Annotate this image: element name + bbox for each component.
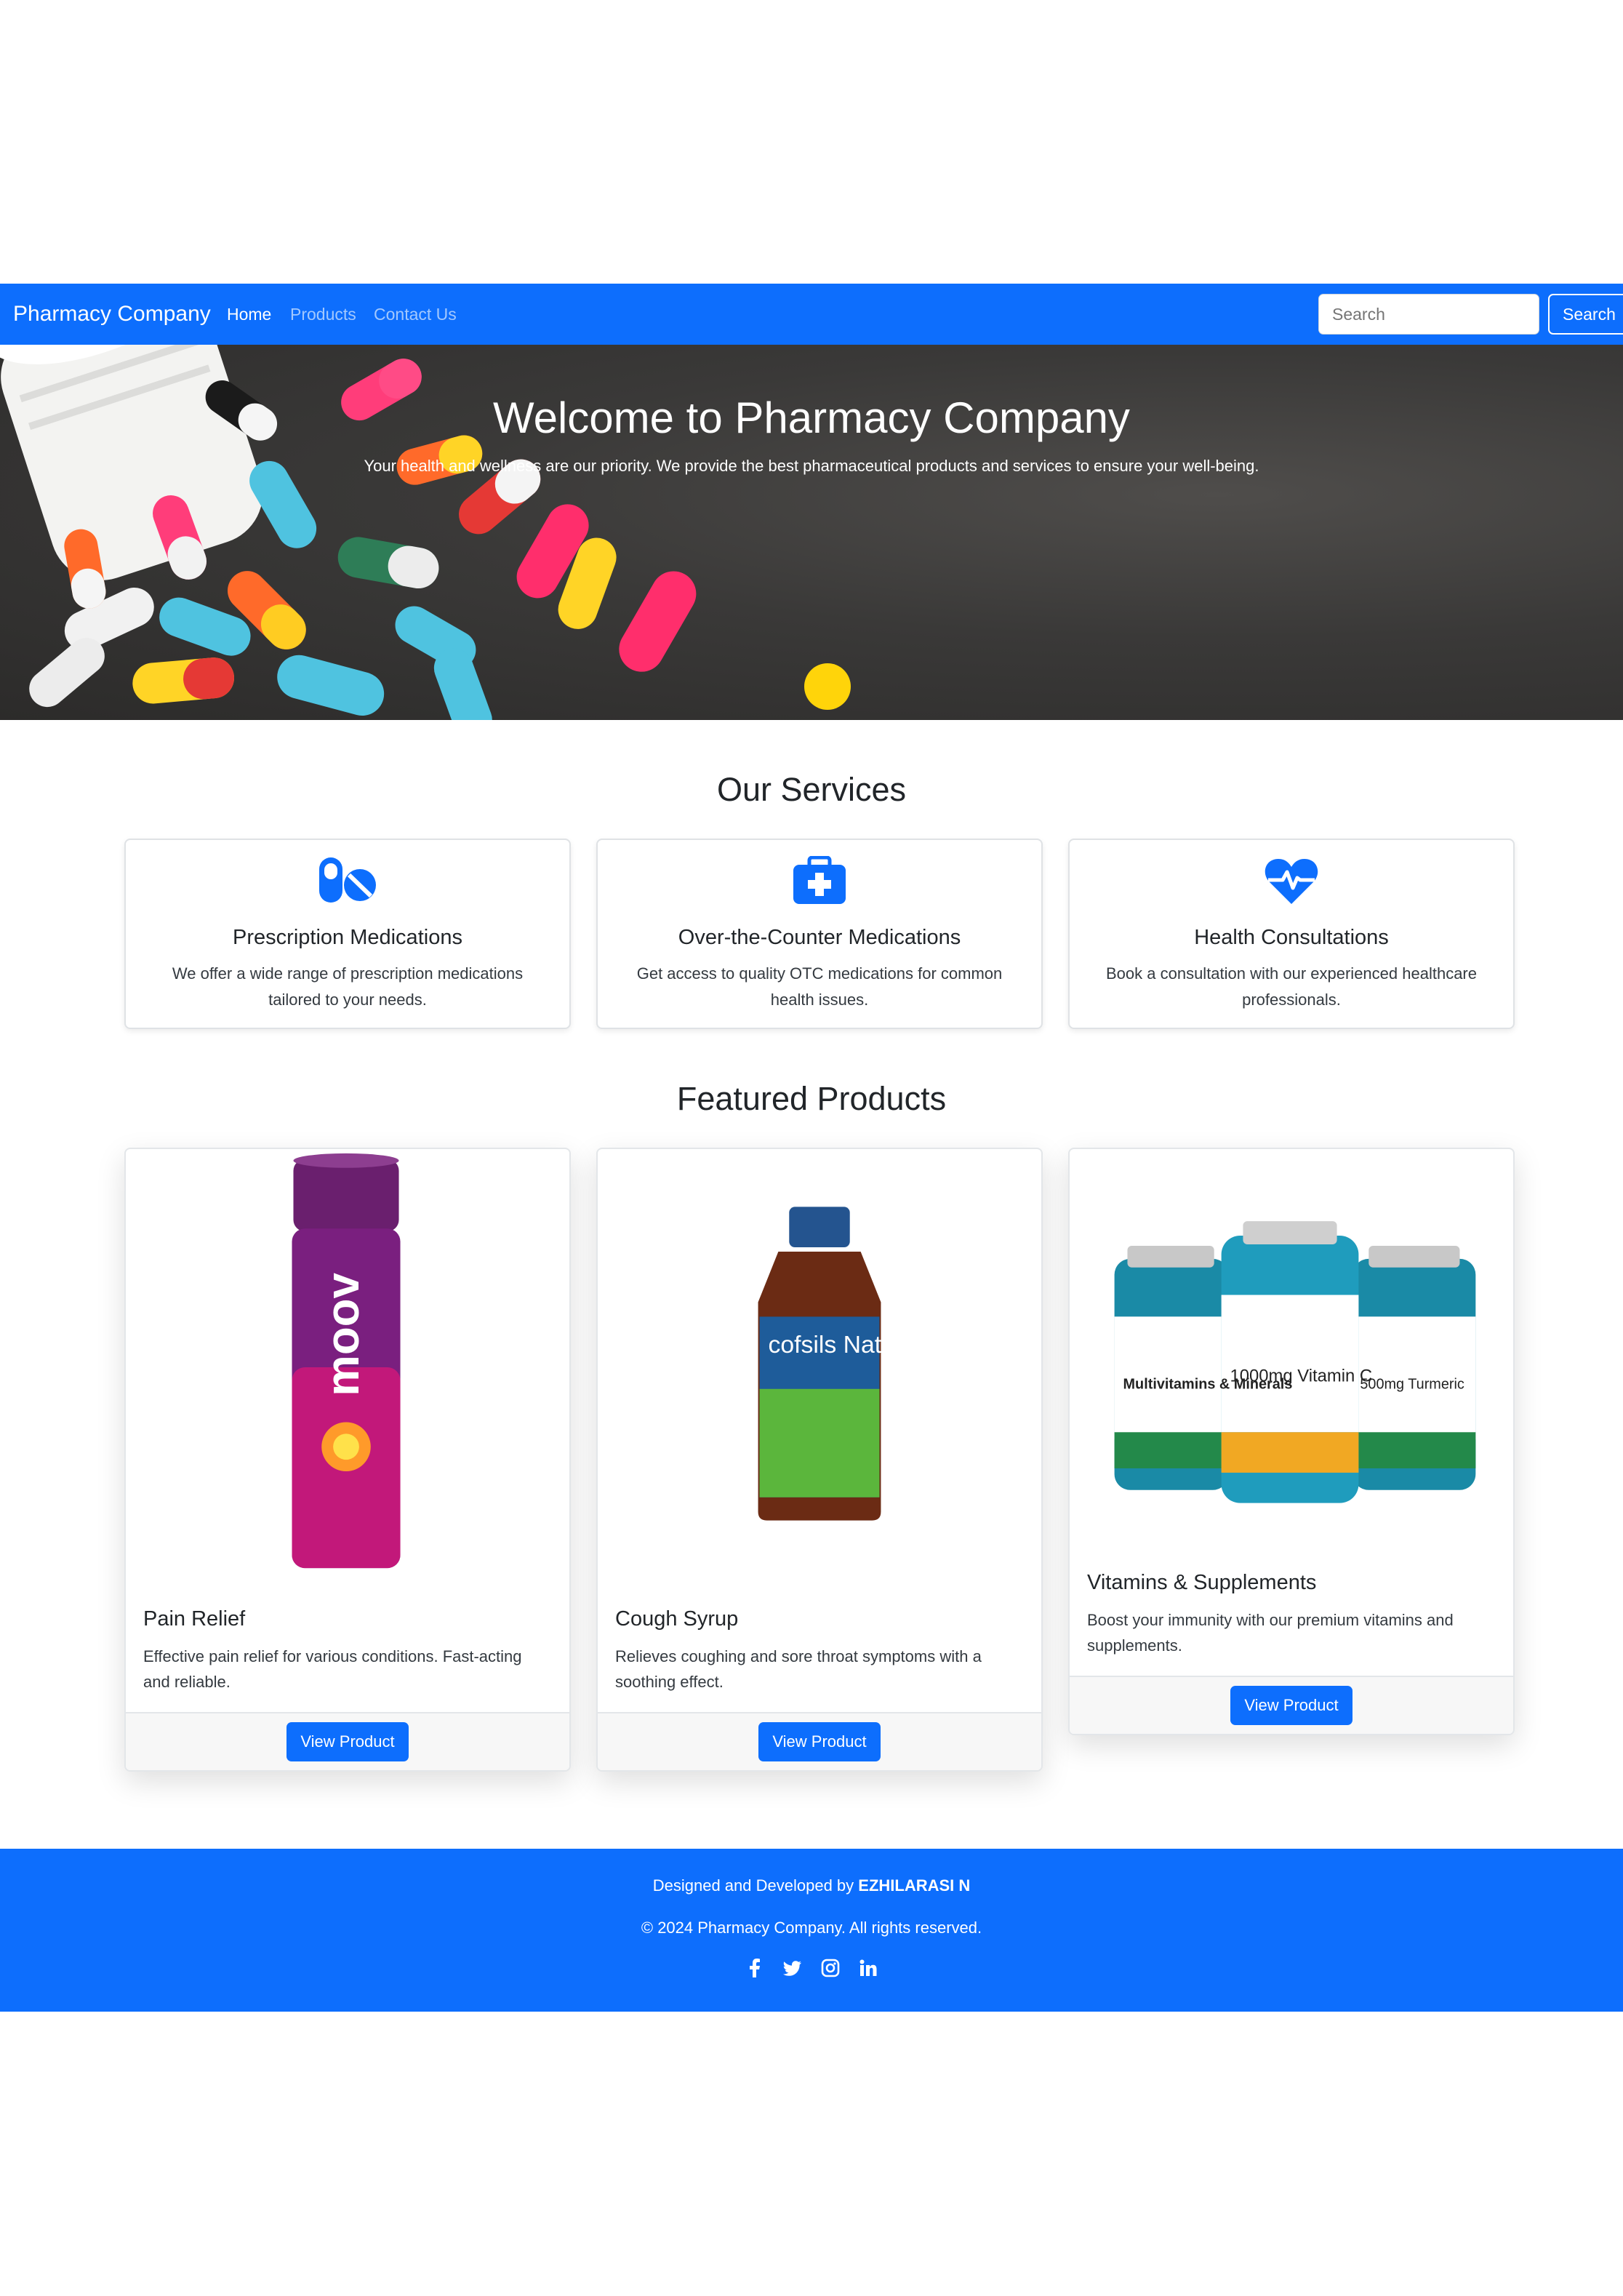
product-text: Effective pain relief for various condit…	[143, 1647, 522, 1691]
view-product-button[interactable]: View Product	[286, 1722, 409, 1761]
product-card-pain-relief: moov Pain Relief Effective pain relief f…	[124, 1148, 571, 1772]
product-card-vitamins: Multivitamins & Minerals 1000mg Vitamin …	[1068, 1148, 1515, 1735]
service-title: Prescription Medications	[233, 926, 462, 949]
product-image-moov: moov	[126, 1149, 569, 1578]
nav-link-products[interactable]: Products	[290, 284, 356, 345]
nav-link-contact[interactable]: Contact Us	[374, 284, 457, 345]
view-product-button[interactable]: View Product	[1230, 1686, 1352, 1725]
footer-designer: EZHILARASI N	[858, 1876, 971, 1895]
footer-credit-prefix: Designed and Developed by	[652, 1876, 859, 1895]
product-card-footer: View Product	[126, 1712, 569, 1770]
pills-icon	[126, 856, 569, 908]
medkit-icon	[598, 856, 1041, 908]
heartbeat-icon	[1070, 856, 1513, 908]
product-title: Pain Relief	[143, 1607, 246, 1631]
product-text: Relieves coughing and sore throat sympto…	[615, 1647, 982, 1691]
service-text: Book a consultation with our experienced…	[1106, 964, 1477, 1009]
product-title: Cough Syrup	[615, 1607, 739, 1631]
services-title: Our Services	[716, 771, 907, 808]
product-image-cofsils: cofsils Naturals	[598, 1149, 1041, 1578]
hero-banner: Welcome to Pharmacy Company Your health …	[0, 345, 1623, 720]
cofsils-label: cofsils Naturals	[768, 1331, 934, 1359]
service-card-consultations: Health Consultations Book a consultation…	[1068, 839, 1515, 1029]
search-button[interactable]: Search	[1548, 294, 1623, 335]
hero-title: Welcome to Pharmacy Company	[493, 393, 1130, 442]
products-title: Featured Products	[676, 1080, 947, 1117]
footer-credit: Designed and Developed by EZHILARASI N	[0, 1876, 1623, 1895]
social-links	[0, 1958, 1623, 1978]
nav-link-home[interactable]: Home	[227, 284, 271, 345]
service-title: Over-the-Counter Medications	[678, 926, 961, 949]
moov-label: moov	[317, 1273, 369, 1396]
facebook-icon[interactable]	[745, 1958, 764, 1978]
linkedin-icon[interactable]	[859, 1958, 878, 1978]
service-card-otc: Over-the-Counter Medications Get access …	[596, 839, 1043, 1029]
hero-subtitle: Your health and wellness are our priorit…	[364, 457, 1259, 475]
service-text: We offer a wide range of prescription me…	[172, 964, 524, 1009]
footer-copyright: © 2024 Pharmacy Company. All rights rese…	[641, 1919, 982, 1937]
product-image-vitamins: Multivitamins & Minerals 1000mg Vitamin …	[1070, 1149, 1513, 1556]
product-text: Boost your immunity with our premium vit…	[1087, 1611, 1454, 1655]
turmeric-label: 500mg Turmeric	[1360, 1377, 1464, 1393]
view-product-button[interactable]: View Product	[758, 1722, 881, 1761]
product-card-cough-syrup: cofsils Naturals Cough Syrup Relieves co…	[596, 1148, 1043, 1772]
twitter-icon[interactable]	[783, 1958, 802, 1978]
service-text: Get access to quality OTC medications fo…	[636, 964, 1003, 1009]
product-card-footer: View Product	[598, 1712, 1041, 1770]
instagram-icon[interactable]	[821, 1958, 840, 1978]
navbar-brand[interactable]: Pharmacy Company	[13, 284, 211, 345]
search-input[interactable]	[1318, 294, 1539, 335]
navbar: Pharmacy Company Home Products Contact U…	[0, 284, 1623, 345]
product-title: Vitamins & Supplements	[1087, 1571, 1317, 1594]
service-card-prescription: Prescription Medications We offer a wide…	[124, 839, 571, 1029]
vitamin-c-label: 1000mg Vitamin C	[1230, 1367, 1373, 1386]
service-title: Health Consultations	[1194, 926, 1389, 949]
footer: Designed and Developed by EZHILARASI N ©…	[0, 1849, 1623, 2012]
product-card-footer: View Product	[1070, 1676, 1513, 1734]
